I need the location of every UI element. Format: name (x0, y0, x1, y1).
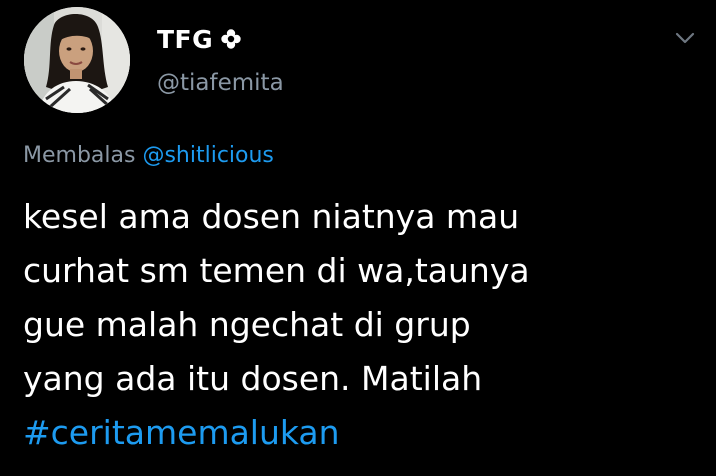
reply-prefix: Membalas (23, 143, 136, 168)
tweet-line: gue malah ngechat di grup (23, 305, 471, 344)
hashtag-link[interactable]: #ceritamemalukan (23, 406, 703, 460)
tweet-line: kesel ama dosen niatnya mau (23, 197, 520, 236)
flower-icon (220, 28, 242, 50)
profile-photo (24, 7, 130, 113)
reply-to-handle-link[interactable]: @shitlicious (142, 143, 273, 168)
avatar[interactable] (24, 7, 130, 113)
reply-context: Membalas @shitlicious (23, 143, 274, 168)
tweet-line: curhat sm temen di wa,taunya (23, 251, 530, 290)
tweet-line: yang ada itu dosen. Matilah (23, 359, 483, 398)
author-display-name[interactable]: TFG (157, 25, 213, 54)
tweet-text: kesel ama dosen niatnya mau curhat sm te… (23, 190, 703, 460)
chevron-down-icon[interactable] (672, 25, 698, 51)
author-name-row[interactable]: TFG (157, 22, 242, 56)
author-handle[interactable]: @tiafemita (157, 70, 284, 96)
